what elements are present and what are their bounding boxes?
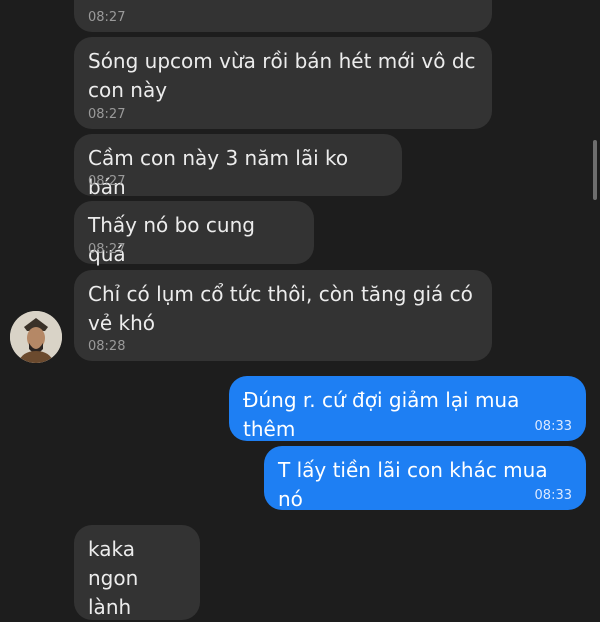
message-time: 08:27 [88, 242, 126, 257]
incoming-message[interactable]: Sóng upcom vừa rồi bán hét mới vô dc con… [74, 37, 492, 129]
incoming-message[interactable]: Cầm con này 3 năm lãi ko bán 08:27 [74, 134, 402, 199]
message-time: 08:27 [88, 10, 126, 25]
message-text: Sóng upcom vừa rồi bán hét mới vô dc con… [88, 49, 476, 102]
message-time: 08:33 [534, 419, 572, 434]
incoming-message[interactable]: Chỉ có lụm cổ tức thôi, còn tăng giá có … [74, 270, 492, 361]
message-text: Thấy nó bo cung quá [88, 213, 262, 266]
message-text: kaka ngon lành [88, 537, 139, 619]
message-time: 08:27 [88, 174, 126, 189]
outgoing-message[interactable]: Đúng r. cứ đợi giảm lại mua thêm 08:33 [229, 376, 586, 441]
incoming-message[interactable]: Thấy nó bo cung quá 08:27 [74, 201, 314, 266]
message-text: T lấy tiền lãi con khác mua nó [278, 458, 554, 511]
avatar-portrait [10, 311, 62, 363]
message-time: 08:33 [534, 488, 572, 503]
chat-thread[interactable]: 08:27 Sóng upcom vừa rồi bán hét mới vô … [0, 0, 600, 620]
message-text: Chỉ có lụm cổ tức thôi, còn tăng giá có … [88, 282, 473, 335]
incoming-message[interactable]: kaka ngon lành [74, 525, 200, 620]
contact-avatar-icon[interactable] [10, 311, 62, 363]
message-text: Cầm con này 3 năm lãi ko bán [88, 146, 355, 199]
outgoing-message[interactable]: T lấy tiền lãi con khác mua nó 08:33 [264, 446, 586, 511]
scrollbar[interactable] [593, 140, 597, 200]
incoming-message[interactable]: 08:27 [74, 0, 492, 32]
message-time: 08:28 [88, 339, 126, 354]
message-time: 08:27 [88, 107, 126, 122]
message-text: Đúng r. cứ đợi giảm lại mua thêm [243, 388, 526, 441]
